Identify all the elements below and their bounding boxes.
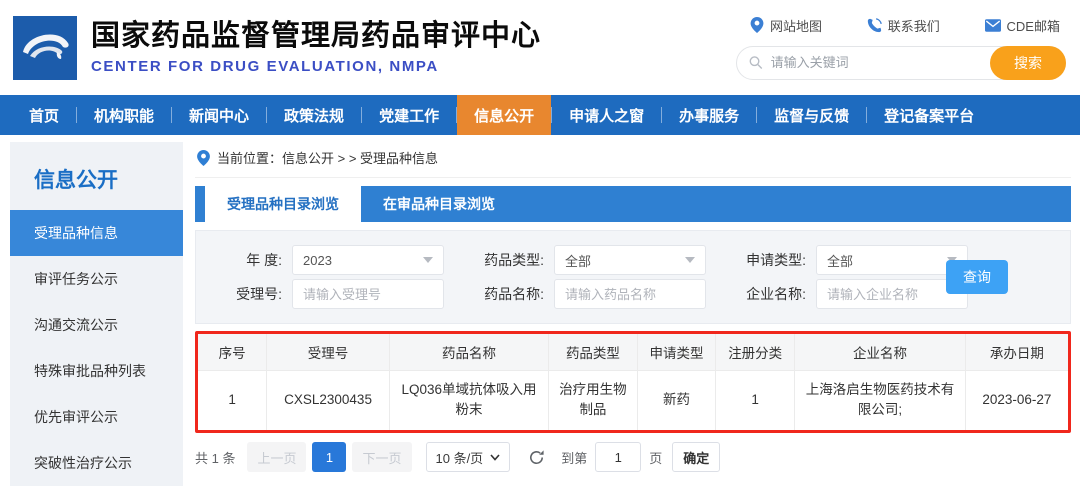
accept-no-field <box>292 279 444 309</box>
col-header-drug-name: 药品名称 <box>388 334 550 371</box>
table-header-row: 序号 受理号 药品名称 药品类型 申请类型 注册分类 企业名称 承办日期 <box>198 334 1068 371</box>
confirm-button[interactable]: 确定 <box>672 442 721 472</box>
cell-apply-type: 新药 <box>636 369 717 430</box>
mail-icon <box>984 18 1001 32</box>
nav-item-supervision[interactable]: 监督与反馈 <box>757 95 866 135</box>
search-row: 搜索 <box>736 45 1066 80</box>
main-nav: 首页 机构职能 新闻中心 政策法规 党建工作 信息公开 申请人之窗 办事服务 监… <box>0 95 1080 135</box>
next-page-button[interactable]: 下一页 <box>352 442 412 472</box>
col-header-accept-no: 受理号 <box>266 334 390 371</box>
results-table-highlight: 序号 受理号 药品名称 药品类型 申请类型 注册分类 企业名称 承办日期 1 C… <box>195 331 1071 433</box>
mailbox-label: CDE邮箱 <box>1006 18 1060 34</box>
cell-company: 上海洛启生物医药技术有限公司; <box>794 369 966 430</box>
sidebar-title: 信息公开 <box>34 169 118 192</box>
nav-item-news[interactable]: 新闻中心 <box>172 95 266 135</box>
apply-type-label: 申请类型: <box>746 252 806 268</box>
mailbox-link[interactable]: CDE邮箱 <box>984 16 1060 35</box>
tab-accepted-catalog[interactable]: 受理品种目录浏览 <box>205 186 361 222</box>
nav-item-registration-platform[interactable]: 登记备案平台 <box>867 95 991 135</box>
query-button[interactable]: 查询 <box>946 260 1008 294</box>
chevron-down-icon <box>685 257 695 263</box>
contact-link[interactable]: 联系我们 <box>867 16 940 35</box>
total-count: 共 1 条 <box>195 450 236 466</box>
results-table: 序号 受理号 药品名称 药品类型 申请类型 注册分类 企业名称 承办日期 1 C… <box>198 334 1068 430</box>
cell-accept-no: CXSL2300435 <box>266 369 390 430</box>
company-label: 企业名称: <box>746 286 806 302</box>
page-1-button[interactable]: 1 <box>312 442 347 472</box>
goto-unit-label: 页 <box>649 450 663 466</box>
cell-index: 1 <box>198 369 268 430</box>
nav-item-applicant-window[interactable]: 申请人之窗 <box>552 95 661 135</box>
col-header-apply-type: 申请类型 <box>636 334 717 371</box>
drug-type-select[interactable]: 全部 <box>554 245 706 275</box>
goto-label: 到第 <box>561 450 588 466</box>
search-icon <box>749 56 763 69</box>
drug-type-select-value: 全部 <box>565 253 592 269</box>
col-header-index: 序号 <box>198 334 268 371</box>
nav-item-policy[interactable]: 政策法规 <box>267 95 361 135</box>
search-button[interactable]: 搜索 <box>990 45 1066 80</box>
col-header-drug-type: 药品类型 <box>548 334 638 371</box>
year-select-value: 2023 <box>303 252 332 268</box>
tab-bar: 受理品种目录浏览 在审品种目录浏览 <box>195 186 1071 222</box>
col-header-company: 企业名称 <box>794 334 966 371</box>
cell-drug-type: 治疗用生物制品 <box>548 369 638 430</box>
page-size-value: 10 条/页 <box>435 450 484 466</box>
search-input[interactable] <box>770 55 985 70</box>
sidebar-item-review-tasks[interactable]: 审评任务公示 <box>10 256 183 302</box>
cell-date: 2023-06-27 <box>964 369 1068 430</box>
sidebar-item-communication[interactable]: 沟通交流公示 <box>10 302 183 348</box>
chevron-down-icon <box>423 257 433 263</box>
nav-item-party[interactable]: 党建工作 <box>362 95 456 135</box>
drug-type-label: 药品类型: <box>484 252 544 268</box>
accept-no-label: 受理号: <box>236 286 282 302</box>
sitemap-link[interactable]: 网站地图 <box>750 16 822 35</box>
drug-name-input[interactable] <box>565 286 695 302</box>
sidebar-item-breakthrough-therapy[interactable]: 突破性治疗公示 <box>10 440 183 486</box>
cell-reg-class: 1 <box>715 369 796 430</box>
tab-under-review-catalog[interactable]: 在审品种目录浏览 <box>361 186 517 222</box>
accept-no-input[interactable] <box>303 286 433 302</box>
nav-item-info-disclosure[interactable]: 信息公开 <box>457 95 552 135</box>
drug-name-field <box>554 279 706 309</box>
sidebar: 信息公开 受理品种信息 审评任务公示 沟通交流公示 特殊审批品种列表 优先审评公… <box>10 142 183 486</box>
prev-page-button[interactable]: 上一页 <box>247 442 307 472</box>
site-subtitle: CENTER FOR DRUG EVALUATION, NMPA <box>91 58 439 76</box>
refresh-icon[interactable] <box>528 449 545 466</box>
sitemap-label: 网站地图 <box>770 18 823 34</box>
goto-page-input[interactable] <box>595 442 642 472</box>
drug-name-label: 药品名称: <box>484 286 544 302</box>
sidebar-item-accepted-varieties[interactable]: 受理品种信息 <box>10 210 183 256</box>
site-header: 国家药品监督管理局药品审评中心 CENTER FOR DRUG EVALUATI… <box>0 0 1080 95</box>
table-row: 1 CXSL2300435 LQ036单域抗体吸入用粉末 治疗用生物制品 新药 … <box>198 369 1068 430</box>
apply-type-select-value: 全部 <box>827 253 854 269</box>
site-title: 国家药品监督管理局药品审评中心 <box>91 19 542 52</box>
nav-item-home[interactable]: 首页 <box>12 95 76 135</box>
main-panel: 当前位置：信息公开 > > 受理品种信息 受理品种目录浏览 在审品种目录浏览 年… <box>195 142 1071 486</box>
year-label: 年 度: <box>246 252 282 268</box>
brand-block: 国家药品监督管理局药品审评中心 CENTER FOR DRUG EVALUATI… <box>91 20 736 75</box>
location-pin-icon <box>197 149 210 166</box>
map-pin-icon <box>750 17 764 33</box>
contact-label: 联系我们 <box>887 18 940 34</box>
col-header-reg-class: 注册分类 <box>715 334 796 371</box>
page-size-select[interactable]: 10 条/页 <box>425 442 511 472</box>
breadcrumb: 当前位置：信息公开 > > 受理品种信息 <box>195 142 1071 178</box>
company-input[interactable] <box>827 286 957 302</box>
year-select[interactable]: 2023 <box>292 245 444 275</box>
filter-panel: 年 度: 2023 药品类型: 全部 申请类型: 全部 受理号: 请输入受理号 … <box>195 230 1071 324</box>
pagination: 共 1 条 上一页 1 下一页 10 条/页 到第 页 确定 <box>195 442 1071 472</box>
nav-item-functions[interactable]: 机构职能 <box>77 95 171 135</box>
cde-logo-icon <box>13 15 77 80</box>
col-header-date: 承办日期 <box>964 334 1068 371</box>
breadcrumb-text: 当前位置：信息公开 > > 受理品种信息 <box>217 151 439 166</box>
sidebar-item-priority-review[interactable]: 优先审评公示 <box>10 394 183 440</box>
chevron-down-icon <box>490 453 500 461</box>
cell-drug-name: LQ036单域抗体吸入用粉末 <box>388 369 550 430</box>
sidebar-item-special-approval[interactable]: 特殊审批品种列表 <box>10 348 183 394</box>
nav-item-services[interactable]: 办事服务 <box>662 95 756 135</box>
phone-icon <box>867 17 882 32</box>
top-links: 网站地图 联系我们 CDE邮箱 <box>736 16 1066 35</box>
